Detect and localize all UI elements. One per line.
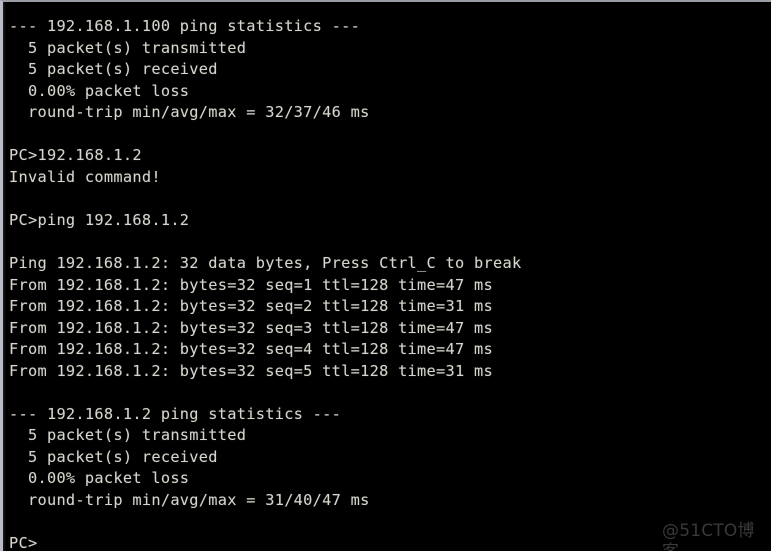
console-output[interactable]: --- 192.168.1.100 ping statistics --- 5 … bbox=[6, 16, 771, 551]
console-line: From 192.168.1.2: bytes=32 seq=5 ttl=128… bbox=[9, 361, 493, 380]
console-line: PC> bbox=[9, 534, 38, 551]
console-line: From 192.168.1.2: bytes=32 seq=1 ttl=128… bbox=[9, 275, 493, 294]
console-line: From 192.168.1.2: bytes=32 seq=3 ttl=128… bbox=[9, 318, 493, 337]
console-line: 0.00% packet loss bbox=[9, 81, 190, 100]
console-line: 5 packet(s) transmitted bbox=[9, 426, 247, 445]
console-line: 0.00% packet loss bbox=[9, 469, 190, 488]
console-line: 5 packet(s) received bbox=[9, 447, 218, 466]
console-line: round-trip min/avg/max = 32/37/46 ms bbox=[9, 103, 370, 122]
console-line: PC>192.168.1.2 bbox=[9, 146, 142, 165]
console-line: 5 packet(s) received bbox=[9, 60, 218, 79]
console-line: Ping 192.168.1.2: 32 data bytes, Press C… bbox=[9, 254, 522, 273]
console-line: From 192.168.1.2: bytes=32 seq=2 ttl=128… bbox=[9, 297, 493, 316]
console-line: round-trip min/avg/max = 31/40/47 ms bbox=[9, 491, 370, 510]
console-line: 5 packet(s) transmitted bbox=[9, 38, 247, 57]
console-line: From 192.168.1.2: bytes=32 seq=4 ttl=128… bbox=[9, 340, 493, 359]
console-line: --- 192.168.1.2 ping statistics --- bbox=[9, 404, 342, 423]
console-line: PC>ping 192.168.1.2 bbox=[9, 210, 190, 229]
terminal-window[interactable]: --- 192.168.1.100 ping statistics --- 5 … bbox=[0, 0, 771, 551]
console-line: Invalid command! bbox=[9, 167, 161, 186]
console-line: --- 192.168.1.100 ping statistics --- bbox=[9, 17, 361, 35]
